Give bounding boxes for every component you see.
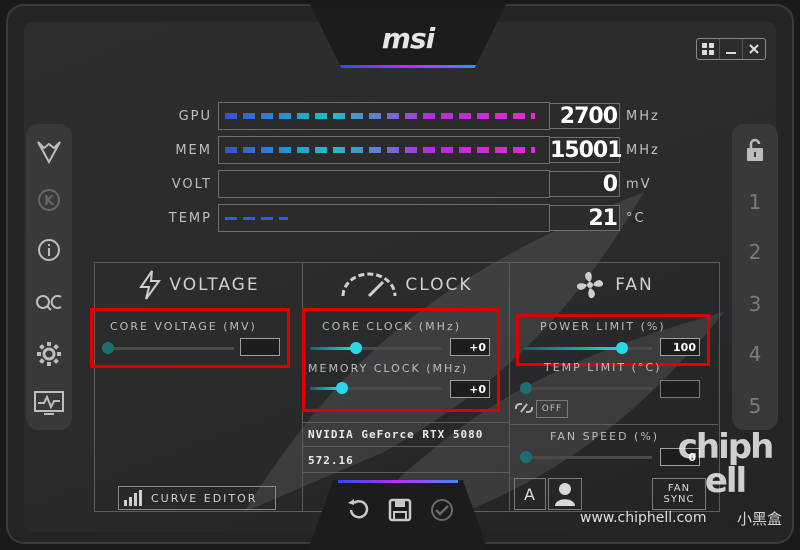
temp-limit-slider[interactable] (520, 382, 652, 394)
profile-5[interactable]: 5 (732, 394, 778, 418)
watermark-url: www.chiphell.com (580, 510, 707, 526)
meter-bar-fill (225, 217, 288, 220)
meter-volt: VOLT 0 mV (146, 170, 670, 198)
divider (302, 472, 510, 473)
profile-2[interactable]: 2 (732, 240, 778, 264)
meter-temp: TEMP 21 °C (146, 204, 670, 232)
right-sidebar: 1 2 3 4 5 (732, 124, 778, 430)
monitor-icon[interactable] (26, 386, 72, 422)
meter-bar (218, 102, 550, 130)
meter-bar (218, 170, 550, 198)
window-controls (696, 38, 766, 60)
meter-label: GPU (178, 108, 212, 124)
fan-speed-slider-knob[interactable] (520, 451, 532, 463)
oc-scanner-icon[interactable] (26, 284, 72, 320)
meter-unit: MHz (626, 108, 660, 124)
fan-icon (577, 271, 604, 299)
fan-title: FAN (615, 275, 654, 295)
fan-header: FAN (510, 263, 719, 307)
meter-value: 0 (550, 171, 620, 197)
info-icon[interactable] (26, 232, 72, 268)
voltage-title: VOLTAGE (169, 275, 260, 295)
clock-header: CLOCK (303, 263, 509, 307)
gpu-name: NVIDIA GeForce RTX 5080 (308, 428, 484, 441)
divider (302, 446, 510, 447)
svg-text:K: K (44, 194, 55, 209)
k-boost-icon[interactable]: K (26, 182, 72, 218)
speedometer-icon (341, 272, 397, 298)
divider (302, 422, 510, 423)
apply-check-icon[interactable] (428, 496, 456, 524)
driver-version: 572.16 (308, 454, 354, 467)
left-sidebar: K (26, 124, 72, 430)
meter-label: TEMP (168, 210, 212, 226)
lightning-icon (139, 270, 162, 300)
temp-limit-slider-knob[interactable] (520, 382, 532, 394)
curve-editor-label: CURVE EDITOR (151, 491, 258, 505)
highlight-box-power-limit (516, 314, 710, 366)
profile-4[interactable]: 4 (732, 342, 778, 366)
link-icon[interactable] (512, 398, 536, 418)
clock-title: CLOCK (405, 275, 473, 295)
meter-value: 15001 (550, 137, 623, 163)
divider (510, 424, 718, 425)
user-icon (555, 483, 575, 506)
save-icon[interactable] (386, 496, 414, 524)
meter-bar-fill (225, 147, 535, 153)
minimize-icon[interactable] (719, 39, 742, 59)
msi-logo: msi (381, 22, 435, 55)
meter-value: 2700 (550, 103, 620, 129)
close-icon[interactable] (742, 39, 765, 59)
meter-unit: °C (626, 210, 646, 226)
settings-icon[interactable] (26, 336, 72, 372)
meter-gpu: GPU 2700 MHz (146, 102, 670, 130)
meter-bar-fill (225, 113, 535, 119)
fan-auto-button[interactable]: A (514, 478, 546, 510)
fan-user-button[interactable] (548, 478, 582, 510)
meter-value: 21 (550, 205, 620, 231)
temp-limit-input[interactable] (660, 380, 700, 398)
temp-limit-label: TEMP LIMIT (°C) (544, 361, 662, 374)
kombustor-icon[interactable] (26, 134, 72, 170)
unlock-icon[interactable] (732, 132, 778, 168)
logo-tab: msi (310, 4, 506, 68)
meter-label: VOLT (171, 176, 212, 192)
reset-icon[interactable] (344, 496, 372, 524)
highlight-box-voltage (90, 308, 290, 368)
meter-mem: MEM 15001 MHz (146, 136, 670, 164)
fan-speed-slider[interactable] (520, 451, 652, 463)
chiphell-watermark-logo: chiphell (677, 427, 775, 501)
fan-speed-label: FAN SPEED (%) (550, 430, 660, 443)
meter-label: MEM (175, 142, 212, 158)
curve-editor-button[interactable]: CURVE EDITOR (118, 486, 276, 510)
watermark-site-name: 小黑盒 (736, 510, 782, 528)
meter-unit: mV (626, 176, 652, 192)
profile-1[interactable]: 1 (732, 190, 778, 214)
meter-bar (218, 136, 550, 164)
link-toggle-button[interactable]: OFF (536, 400, 568, 418)
windows-icon[interactable] (697, 39, 719, 59)
meter-unit: MHz (626, 142, 660, 158)
meter-bar (218, 204, 550, 232)
bar-chart-icon (124, 490, 142, 506)
profile-3[interactable]: 3 (732, 292, 778, 316)
voltage-header: VOLTAGE (95, 263, 302, 307)
highlight-box-clock (302, 308, 500, 412)
